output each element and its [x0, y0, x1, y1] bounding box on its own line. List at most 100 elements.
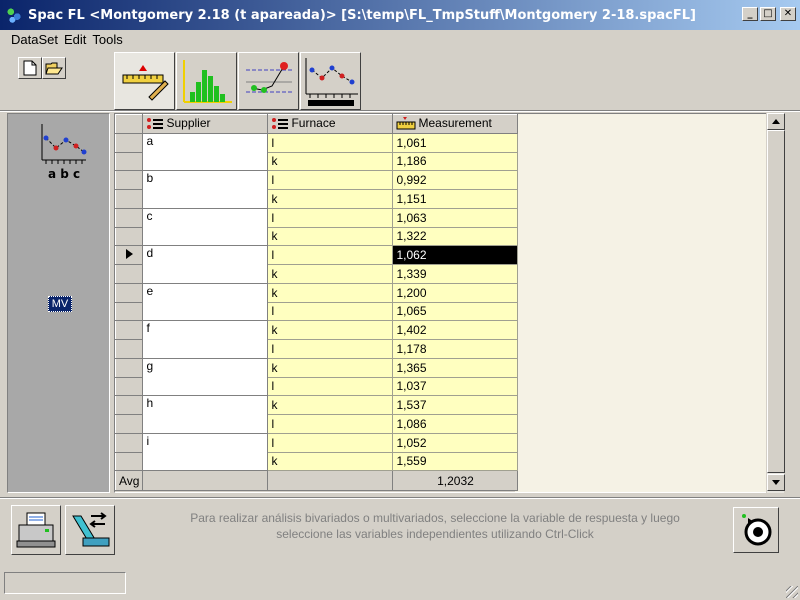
row-header[interactable]	[114, 320, 144, 340]
column-header-furnace[interactable]: Furnace	[267, 114, 394, 134]
cell-measurement[interactable]: 1,052	[392, 432, 519, 453]
table-row[interactable]: e k 1,200	[114, 282, 519, 303]
row-header[interactable]	[114, 151, 144, 172]
mv-label[interactable]: MV	[48, 296, 72, 312]
cell-supplier[interactable]	[142, 377, 269, 396]
cell-supplier[interactable]: c	[142, 207, 269, 227]
cell-measurement[interactable]: 1,322	[392, 226, 519, 247]
cell-measurement[interactable]: 1,537	[392, 395, 519, 415]
column-header-supplier[interactable]: Supplier	[142, 114, 269, 134]
table-row[interactable]: l 1,086	[114, 414, 519, 434]
app-icon[interactable]	[6, 7, 22, 23]
cell-measurement[interactable]: 1,061	[392, 132, 519, 153]
cell-supplier[interactable]: d	[142, 245, 269, 265]
table-row[interactable]: k 1,559	[114, 451, 519, 472]
cell-supplier[interactable]: a	[142, 132, 269, 152]
resize-grip[interactable]	[786, 586, 798, 598]
open-file-button[interactable]	[42, 57, 66, 79]
data-grid[interactable]: Supplier Furnace Measurement a l 1,061 k…	[114, 113, 767, 493]
new-file-button[interactable]	[18, 57, 42, 79]
cell-measurement[interactable]: 1,065	[392, 301, 519, 322]
column-header-measurement[interactable]: Measurement	[392, 114, 519, 134]
cell-supplier[interactable]	[142, 227, 269, 246]
scroll-thumb[interactable]	[767, 130, 785, 473]
row-header[interactable]	[114, 207, 144, 228]
cell-measurement[interactable]: 1,062	[392, 245, 519, 265]
cell-supplier[interactable]: b	[142, 170, 269, 190]
table-row[interactable]: l 1,178	[114, 339, 519, 359]
cell-supplier[interactable]: g	[142, 357, 269, 377]
cell-furnace[interactable]: k	[267, 451, 394, 472]
close-button[interactable]: ✕	[780, 7, 796, 21]
cell-supplier[interactable]	[142, 452, 269, 471]
row-header[interactable]	[114, 189, 144, 209]
cell-furnace[interactable]: l	[267, 432, 394, 453]
control-chart-tool-button[interactable]	[238, 52, 299, 110]
row-header[interactable]	[114, 301, 144, 322]
row-header[interactable]	[114, 132, 144, 153]
cell-measurement[interactable]: 1,186	[392, 151, 519, 172]
scroll-down-button[interactable]	[767, 474, 785, 491]
table-row[interactable]: k 1,186	[114, 151, 519, 172]
cell-furnace[interactable]: k	[267, 320, 394, 340]
row-header[interactable]	[114, 339, 144, 359]
table-row[interactable]: k 1,339	[114, 264, 519, 284]
cell-measurement[interactable]: 0,992	[392, 170, 519, 190]
cell-supplier[interactable]: e	[142, 282, 269, 302]
row-header[interactable]	[114, 451, 144, 472]
menu-dataset[interactable]: DataSet	[0, 31, 64, 49]
cell-measurement[interactable]: 1,200	[392, 282, 519, 303]
row-header[interactable]	[114, 264, 144, 284]
cell-supplier[interactable]	[142, 302, 269, 321]
table-row[interactable]: h k 1,537	[114, 395, 519, 415]
cell-furnace[interactable]: l	[267, 170, 394, 190]
table-row[interactable]: i l 1,052	[114, 432, 519, 453]
vertical-scrollbar[interactable]	[766, 113, 785, 493]
cell-supplier[interactable]	[142, 152, 269, 171]
cell-supplier[interactable]	[142, 414, 269, 434]
cell-furnace[interactable]: k	[267, 151, 394, 172]
cell-measurement[interactable]: 1,402	[392, 320, 519, 340]
cell-furnace[interactable]: k	[267, 264, 394, 284]
table-row[interactable]: a l 1,061	[114, 132, 519, 153]
table-row[interactable]: k 1,322	[114, 226, 519, 247]
table-row[interactable]: l 1,065	[114, 301, 519, 322]
cell-furnace[interactable]: l	[267, 339, 394, 359]
row-header[interactable]	[114, 395, 144, 415]
scroll-up-button[interactable]	[767, 113, 785, 130]
table-row[interactable]: b l 0,992	[114, 170, 519, 190]
cell-measurement[interactable]: 1,037	[392, 376, 519, 397]
title-bar[interactable]: Spac FL <Montgomery 2.18 (t apareada)> […	[0, 0, 800, 30]
cell-supplier[interactable]: f	[142, 320, 269, 340]
cell-furnace[interactable]: k	[267, 357, 394, 378]
table-row[interactable]: k 1,151	[114, 189, 519, 209]
row-header[interactable]	[114, 282, 144, 303]
table-row[interactable]: g k 1,365	[114, 357, 519, 378]
row-header[interactable]	[114, 226, 144, 247]
table-row[interactable]: c l 1,063	[114, 207, 519, 228]
corner-cell[interactable]	[114, 114, 144, 134]
cell-supplier[interactable]: i	[142, 432, 269, 452]
cell-measurement[interactable]: 1,086	[392, 414, 519, 434]
cell-measurement[interactable]: 1,339	[392, 264, 519, 284]
cell-furnace[interactable]: l	[267, 207, 394, 228]
table-row[interactable]: d l 1,062	[114, 245, 519, 265]
cell-furnace[interactable]: l	[267, 414, 394, 434]
cell-supplier[interactable]: h	[142, 395, 269, 415]
cell-measurement[interactable]: 1,559	[392, 451, 519, 472]
cell-measurement[interactable]: 1,063	[392, 207, 519, 228]
cell-furnace[interactable]: k	[267, 282, 394, 303]
row-header[interactable]	[114, 376, 144, 397]
multivari-icon[interactable]: a b c	[38, 122, 88, 184]
transfer-button[interactable]	[65, 505, 115, 555]
cell-furnace[interactable]: l	[267, 245, 394, 265]
table-row[interactable]: l 1,037	[114, 376, 519, 397]
cell-measurement[interactable]: 1,365	[392, 357, 519, 378]
menu-tools[interactable]: Tools	[92, 31, 128, 49]
row-header[interactable]	[114, 414, 144, 434]
cell-furnace[interactable]: k	[267, 395, 394, 415]
row-header[interactable]	[114, 245, 144, 265]
cell-furnace[interactable]: k	[267, 189, 394, 209]
cell-furnace[interactable]: k	[267, 226, 394, 247]
cell-furnace[interactable]: l	[267, 376, 394, 397]
